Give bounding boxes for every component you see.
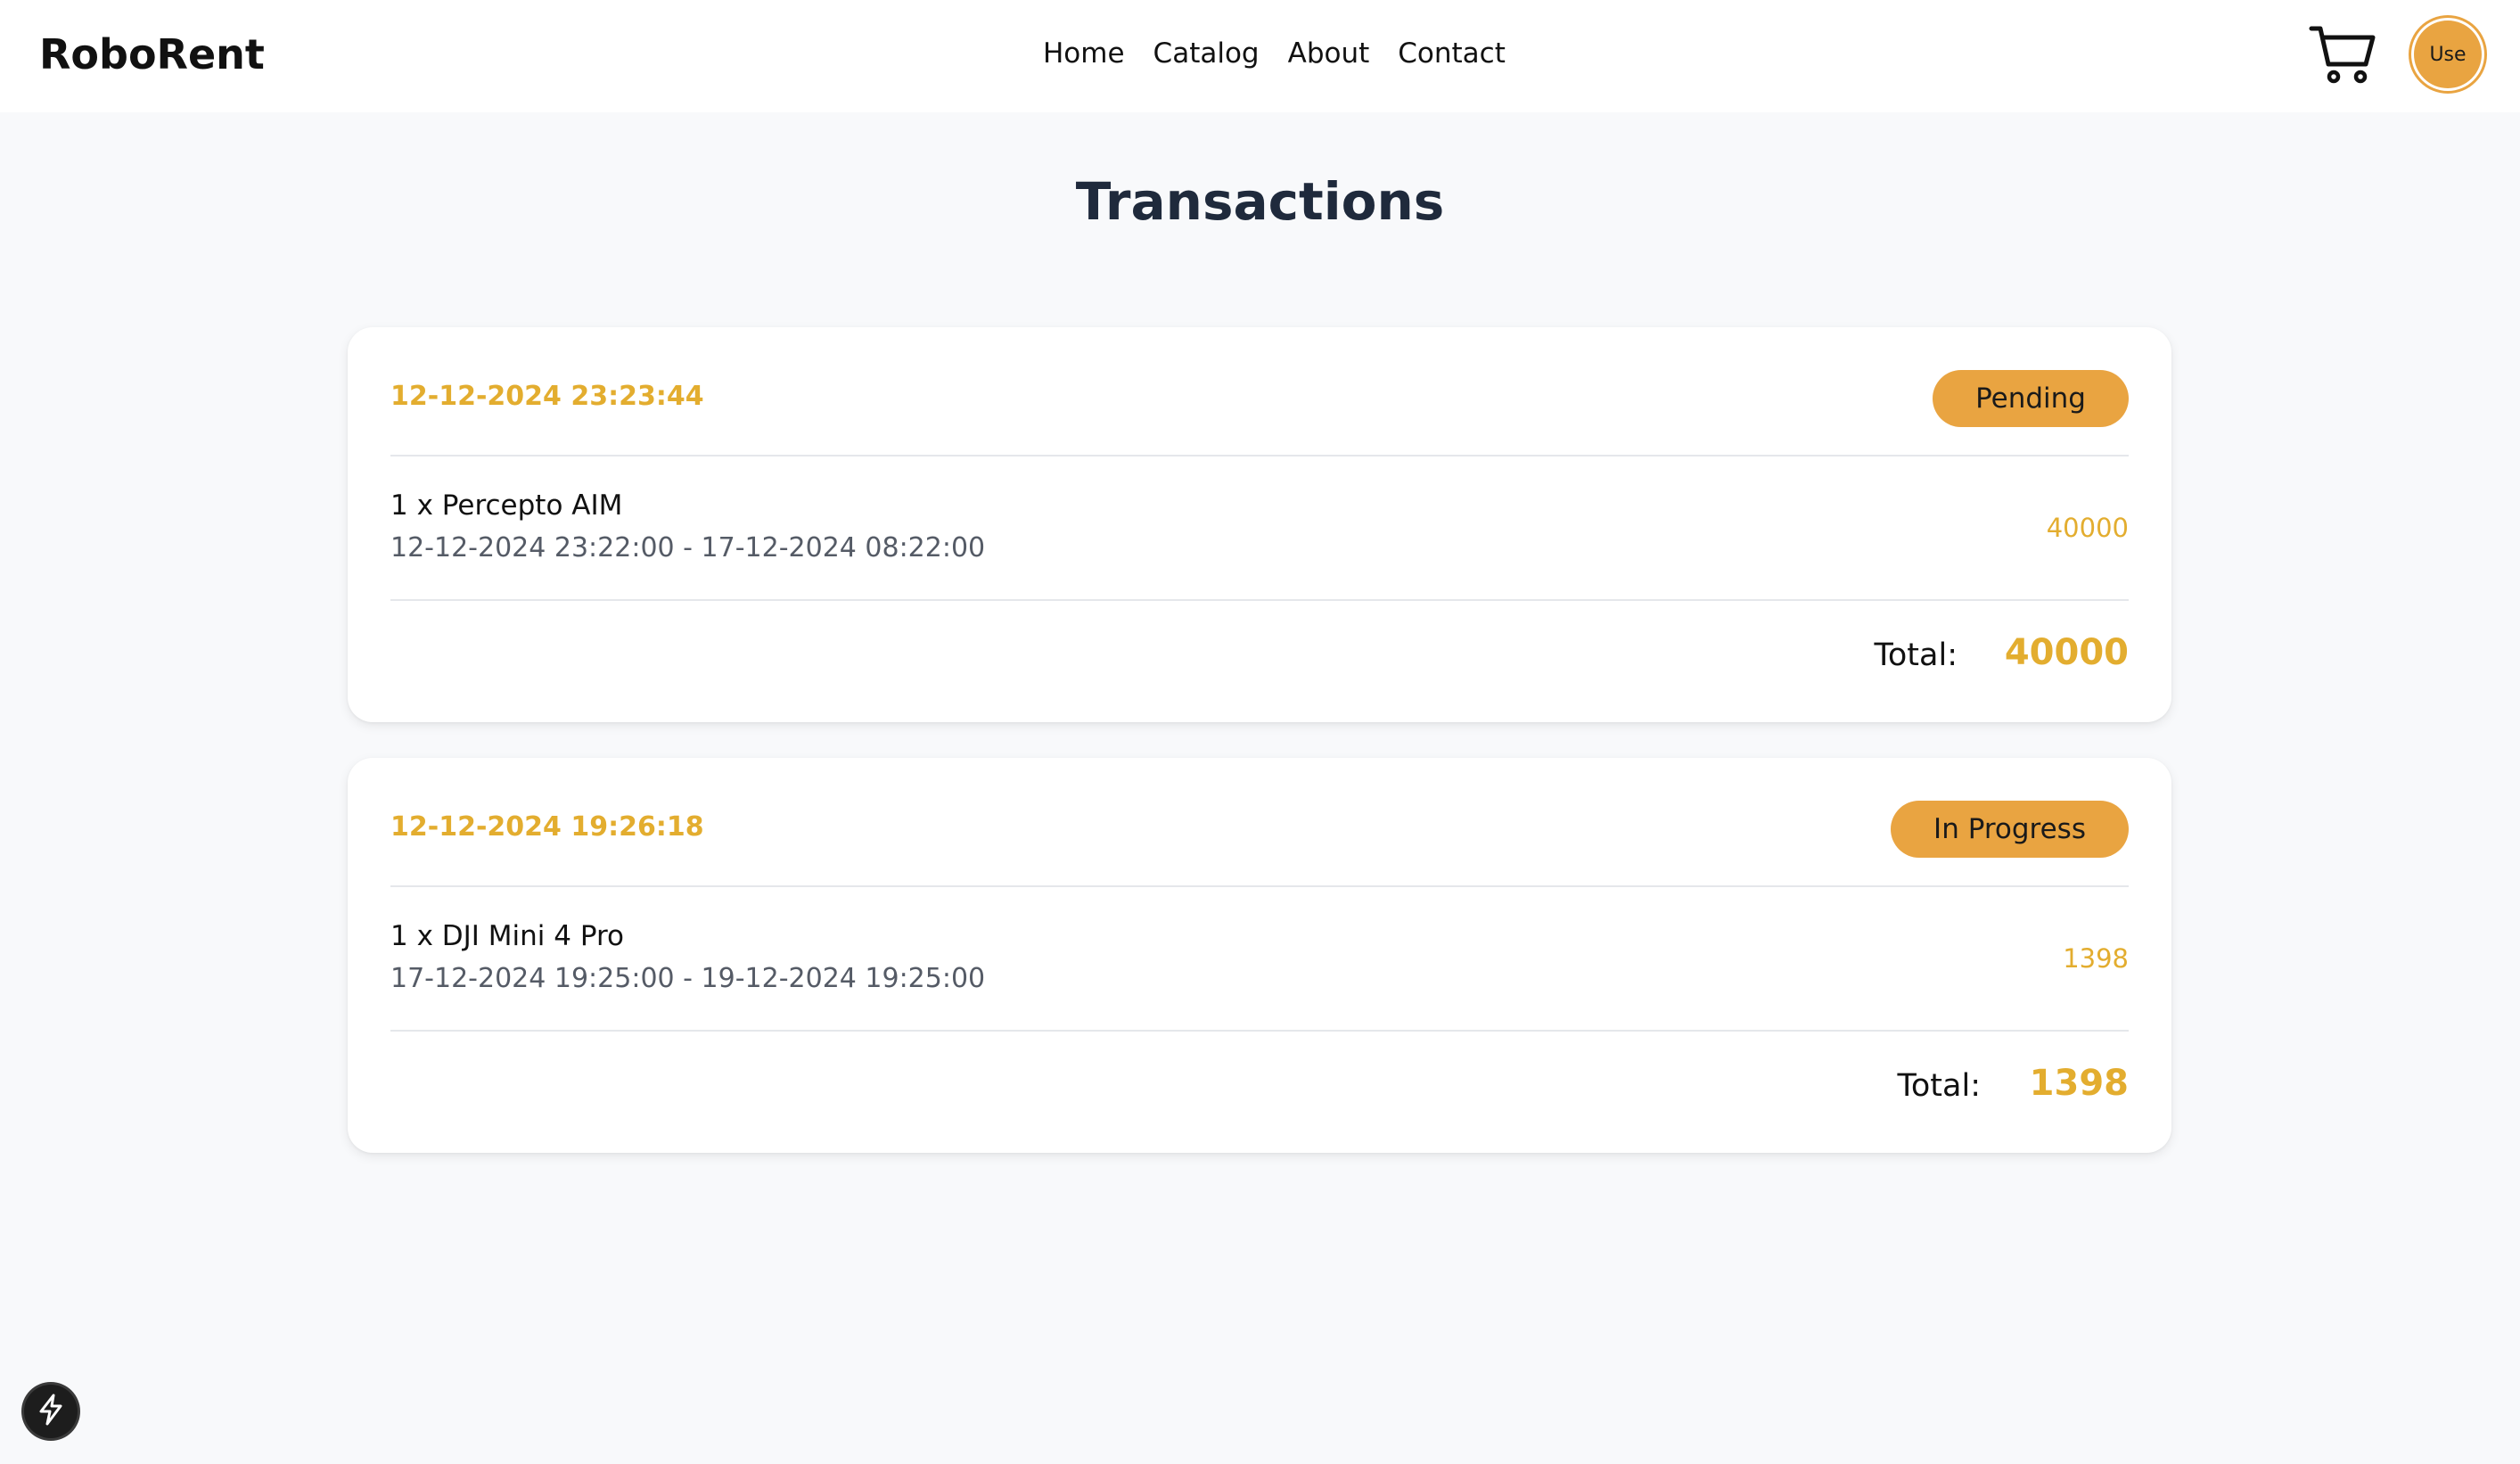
- total-label: Total:: [1874, 637, 1958, 673]
- rental-period: 17-12-2024 19:25:00 - 19-12-2024 19:25:0…: [390, 963, 986, 994]
- status-badge: Pending: [1933, 370, 2129, 427]
- divider: [390, 599, 2129, 601]
- total-value: 40000: [2004, 632, 2129, 673]
- item-price: 40000: [2046, 513, 2129, 543]
- status-badge: In Progress: [1891, 801, 2129, 858]
- item-name: 1 x DJI Mini 4 Pro: [390, 920, 625, 952]
- nav-link-about[interactable]: About: [1288, 37, 1370, 70]
- total-value: 1398: [2029, 1063, 2129, 1104]
- total-label: Total:: [1897, 1068, 1981, 1104]
- cart-icon[interactable]: [2309, 23, 2376, 86]
- item-name: 1 x Percepto AIM: [390, 489, 623, 522]
- dev-tools-button[interactable]: [24, 1385, 78, 1438]
- transaction-card: 12-12-2024 19:26:18 In Progress 1 x DJI …: [348, 758, 2171, 1153]
- divider: [390, 885, 2129, 887]
- top-navbar: RoboRent Home Catalog About Contact Use: [0, 0, 2520, 112]
- nav-link-catalog[interactable]: Catalog: [1153, 37, 1260, 70]
- lightning-icon: [37, 1394, 65, 1429]
- page-title: Transactions: [1075, 171, 1445, 232]
- transaction-card: 12-12-2024 23:23:44 Pending 1 x Percepto…: [348, 327, 2171, 722]
- transaction-date: 12-12-2024 19:26:18: [390, 811, 704, 843]
- transaction-date: 12-12-2024 23:23:44: [390, 381, 704, 412]
- rental-period: 12-12-2024 23:22:00 - 17-12-2024 08:22:0…: [390, 532, 986, 563]
- divider: [390, 1030, 2129, 1032]
- nav-link-contact[interactable]: Contact: [1398, 37, 1506, 70]
- main-nav: Home Catalog About Contact: [1043, 37, 1506, 70]
- brand-logo[interactable]: RoboRent: [39, 30, 265, 78]
- divider: [390, 455, 2129, 456]
- user-avatar[interactable]: Use: [2414, 21, 2482, 88]
- item-price: 1398: [2063, 943, 2129, 974]
- nav-link-home[interactable]: Home: [1043, 37, 1125, 70]
